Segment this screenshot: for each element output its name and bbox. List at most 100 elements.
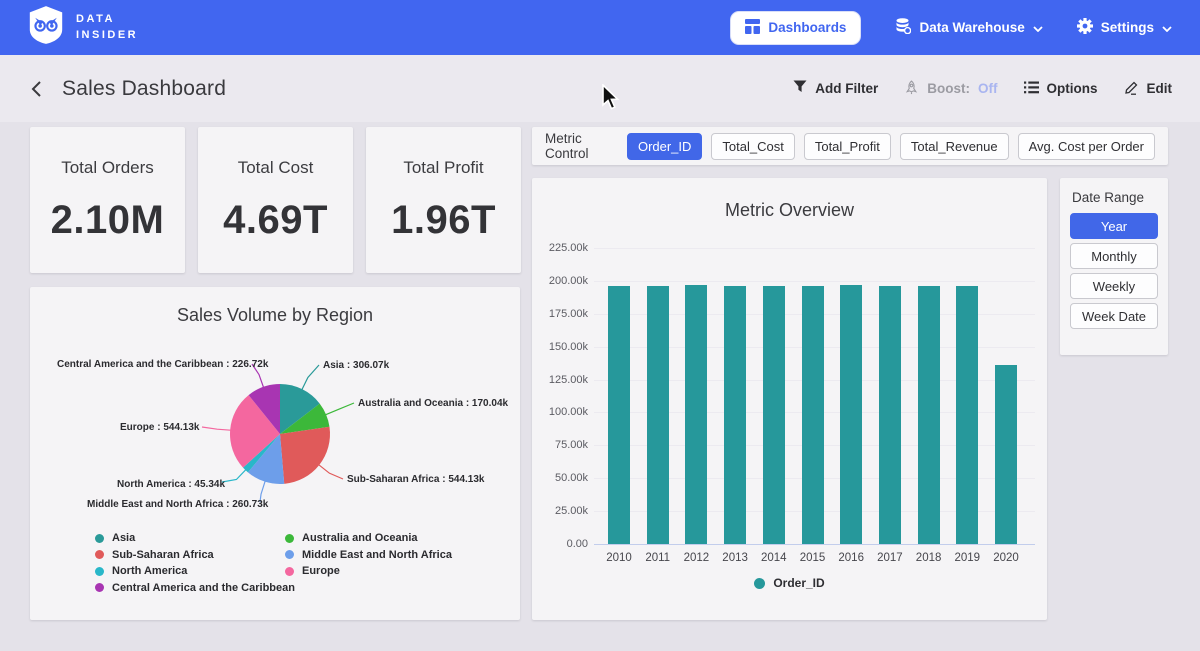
y-axis-tick-label: 225.00k [532,242,588,254]
legend-color-dot [285,534,294,543]
add-filter-button[interactable]: Add Filter [793,80,878,97]
owl-logo-icon [28,5,64,50]
kpi-value: 1.96T [391,198,496,243]
rocket-icon [904,80,919,98]
metric-option-order-id[interactable]: Order_ID [627,133,702,160]
pie-slice-label: Central America and the Caribbean : 226.… [57,359,268,370]
legend-series-label: Order_ID [773,576,824,590]
bar-2016 [840,285,862,544]
legend-color-dot [285,567,294,576]
brand-line-2: INSIDER [76,28,138,44]
y-axis-tick-label: 75.00k [532,439,588,451]
legend-label: Australia and Oceania [302,532,418,544]
bar-gridline [594,248,1035,249]
bar-2020 [995,365,1017,544]
pie-slice-label: Europe : 544.13k [120,422,199,433]
add-filter-label: Add Filter [815,81,878,96]
options-button[interactable]: Options [1024,81,1098,97]
metric-option-total-cost[interactable]: Total_Cost [711,133,794,160]
bar-2015 [802,286,824,544]
page-title: Sales Dashboard [62,77,226,101]
x-axis-tick-label: 2013 [715,552,755,564]
edit-button[interactable]: Edit [1124,80,1173,98]
boost-label: Boost: [927,81,970,96]
dashboards-label: Dashboards [768,20,846,35]
pie-legend-item: Australia and Oceania [285,530,452,547]
bar-gridline [594,544,1035,545]
pie-legend-item: North America [95,563,295,580]
brand[interactable]: DATA INSIDER [28,5,138,50]
gear-icon [1077,18,1093,37]
x-axis-tick-label: 2017 [870,552,910,564]
pie-slice-label: Middle East and North Africa : 260.73k [87,499,268,510]
data-warehouse-label: Data Warehouse [919,20,1024,35]
pie-legend-item: Sub-Saharan Africa [95,547,295,564]
bar-2018 [918,286,940,544]
database-icon [895,18,911,37]
bar-2019 [956,286,978,544]
options-label: Options [1047,81,1098,96]
dashboard-grid-icon [745,19,760,37]
y-axis-tick-label: 150.00k [532,341,588,353]
pie-slice-label: Asia : 306.07k [323,360,389,371]
kpi-label: Total Orders [61,158,154,178]
bar-2013 [724,286,746,544]
metric-option-avg-cost-per-order[interactable]: Avg. Cost per Order [1018,133,1155,160]
kpi-value: 2.10M [51,198,165,243]
dashboards-button[interactable]: Dashboards [730,11,861,45]
kpi-card-total-orders: Total Orders 2.10M [30,127,185,273]
bar-2014 [763,286,785,544]
legend-label: Asia [112,532,135,544]
kpi-label: Total Profit [403,158,483,178]
y-axis-tick-label: 200.00k [532,275,588,287]
brand-line-1: DATA [76,12,138,28]
metric-overview-card: Metric Overview 225.00k200.00k175.00k150… [532,178,1047,620]
date-range-card: Date Range Year Monthly Weekly Week Date [1060,178,1168,355]
chevron-down-icon [1162,20,1172,35]
y-axis-tick-label: 50.00k [532,472,588,484]
settings-menu[interactable]: Settings [1077,18,1172,37]
back-button[interactable] [28,78,44,100]
navbar-actions: Dashboards Data Warehouse [730,11,1172,45]
date-range-option-week-date[interactable]: Week Date [1070,303,1158,329]
bar-chart-legend: Order_ID [532,576,1047,590]
kpi-card-total-profit: Total Profit 1.96T [366,127,521,273]
pie-legend-item: Asia [95,530,295,547]
pie-slice-label: North America : 45.34k [117,479,225,490]
data-warehouse-menu[interactable]: Data Warehouse [895,18,1042,37]
metric-control-bar: Metric Control Order_IDTotal_CostTotal_P… [532,127,1168,165]
x-axis-tick-label: 2012 [676,552,716,564]
filter-icon [793,80,807,97]
edit-label: Edit [1147,81,1173,96]
x-axis-tick-label: 2019 [947,552,987,564]
date-range-label: Date Range [1072,190,1158,205]
metric-option-total-profit[interactable]: Total_Profit [804,133,891,160]
legend-color-dot [754,578,765,589]
sales-volume-card: Sales Volume by Region Asia : 306.07kAus… [30,287,520,620]
pie-slice-label: Sub-Saharan Africa : 544.13k [347,474,484,485]
legend-label: Central America and the Caribbean [112,582,295,594]
boost-toggle[interactable]: Boost: Off [904,80,997,98]
brand-text: DATA INSIDER [76,12,138,44]
date-range-option-year[interactable]: Year [1070,213,1158,239]
legend-color-dot [95,534,104,543]
kpi-value: 4.69T [223,198,328,243]
legend-color-dot [95,583,104,592]
kpi-label: Total Cost [238,158,314,178]
metric-option-total-revenue[interactable]: Total_Revenue [900,133,1009,160]
chevron-down-icon [1033,20,1043,35]
date-range-option-monthly[interactable]: Monthly [1070,243,1158,269]
x-axis-tick-label: 2014 [754,552,794,564]
y-axis-tick-label: 25.00k [532,505,588,517]
pie-legend-item: Central America and the Caribbean [95,580,295,597]
pencil-icon [1124,80,1139,98]
bar-chart-plot: 225.00k200.00k175.00k150.00k125.00k100.0… [532,178,1047,620]
x-axis-tick-label: 2015 [793,552,833,564]
pie-legend-item: Middle East and North Africa [285,547,452,564]
date-range-option-weekly[interactable]: Weekly [1070,273,1158,299]
bar-gridline [594,281,1035,282]
x-axis-tick-label: 2016 [831,552,871,564]
boost-value: Off [978,81,998,96]
bar-2017 [879,286,901,544]
legend-color-dot [285,550,294,559]
